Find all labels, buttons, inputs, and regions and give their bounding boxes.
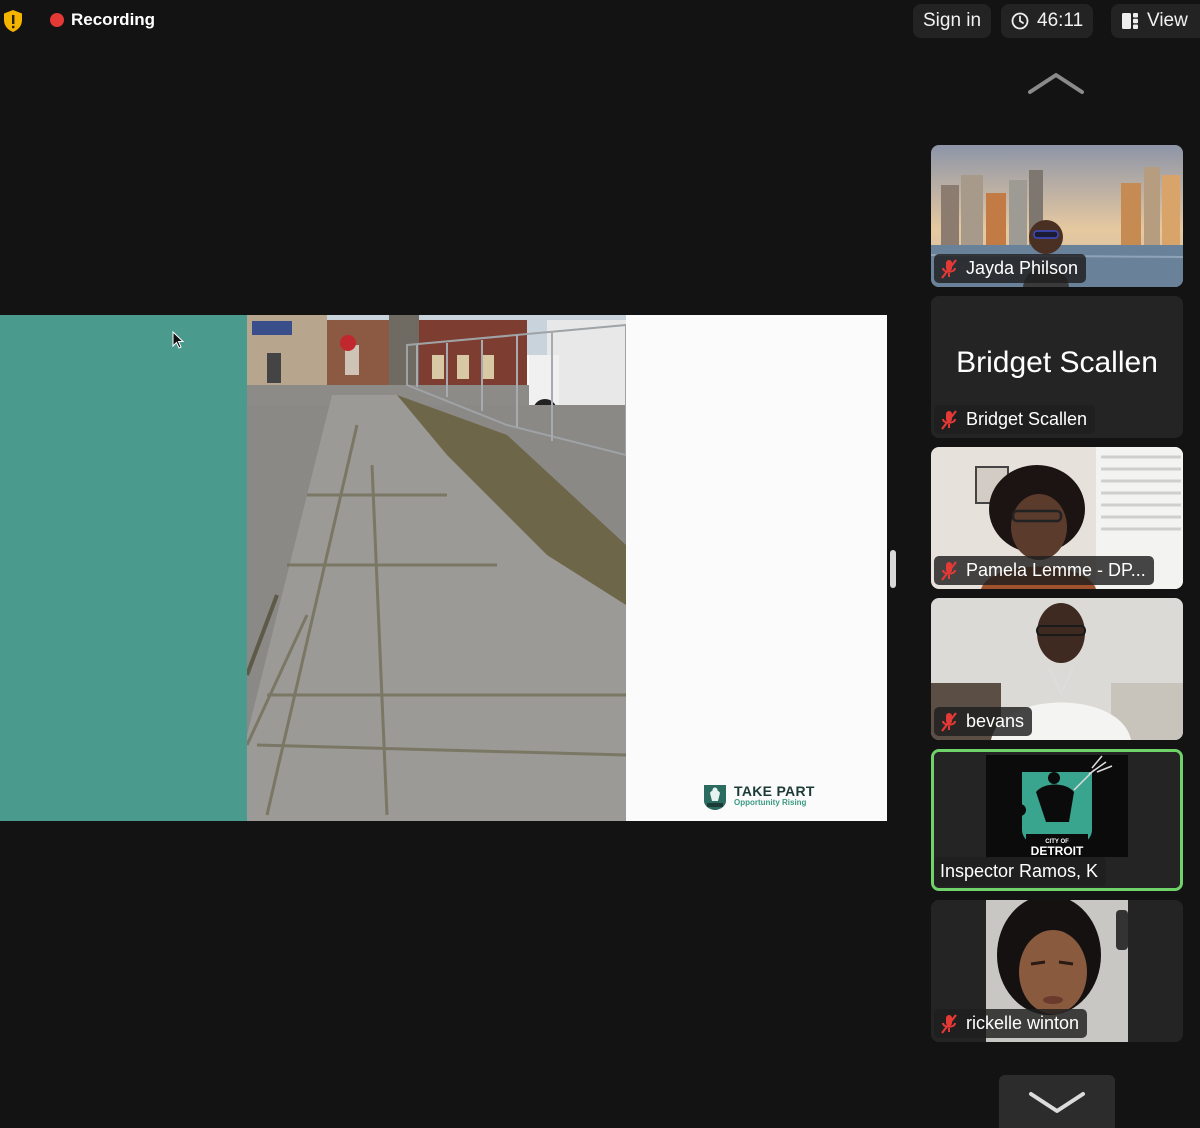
participant-name-tag: bevans (934, 707, 1033, 736)
participant-name-tag: Bridget Scallen (934, 405, 1096, 434)
muted-microphone-icon (941, 711, 957, 732)
slide-teal-panel (0, 315, 247, 821)
participant-name-tag: Jayda Philson (934, 254, 1087, 283)
participant-name: Jayda Philson (966, 258, 1079, 278)
participant-name: Inspector Ramos, K (940, 861, 1099, 881)
participant-tile[interactable]: Bridget Scallen Bridget Scallen (931, 296, 1183, 438)
participant-name-tag: Inspector Ramos, K (934, 857, 1107, 886)
participant-name-tag: Pamela Lemme - DP... (934, 556, 1154, 585)
logo-title: TAKE PART (734, 783, 815, 799)
participant-tile[interactable]: Pamela Lemme - DP... (931, 447, 1183, 589)
timer-value: 46:11 (1037, 10, 1084, 31)
meeting-timer: 46:11 (1001, 4, 1094, 38)
participant-name: bevans (966, 711, 1025, 731)
recording-label: Recording (71, 10, 156, 29)
muted-microphone-icon (941, 1013, 957, 1034)
sign-in-button[interactable]: Sign in (913, 4, 992, 38)
participant-name: rickelle winton (966, 1013, 1080, 1033)
participant-tile[interactable]: bevans (931, 598, 1183, 740)
shield-warning-icon[interactable] (2, 9, 24, 33)
meeting-top-bar: Recording Sign in 46:11 View (0, 0, 1200, 44)
sign-in-label: Sign in (923, 10, 982, 31)
muted-microphone-icon (941, 409, 957, 430)
muted-microphone-icon (941, 560, 957, 581)
sidewalk-photo (247, 315, 626, 821)
view-label: View (1147, 10, 1188, 31)
recording-dot-icon (50, 13, 64, 27)
take-part-logo: TAKE PART Opportunity Rising (702, 781, 815, 811)
logo-subtitle: Opportunity Rising (734, 798, 807, 807)
participant-name: Pamela Lemme - DP... (966, 560, 1146, 580)
scroll-down-chevron-icon (1029, 1091, 1085, 1113)
participant-tile[interactable]: Jayda Philson (931, 145, 1183, 287)
scroll-up-chevron-icon[interactable] (1027, 70, 1085, 96)
mouse-cursor-icon (172, 331, 184, 349)
recording-indicator[interactable]: Recording (50, 10, 155, 30)
scroll-down-button[interactable] (999, 1075, 1115, 1128)
logo-line-detroit: DETROIT (1031, 844, 1084, 858)
participant-tile-active-speaker[interactable]: CITY OF DETROIT Inspector Ramos, K (931, 749, 1183, 891)
participant-name: Bridget Scallen (966, 409, 1088, 429)
participant-display-name: Bridget Scallen (956, 346, 1158, 379)
clock-icon (1011, 12, 1029, 30)
view-layout-icon (1122, 13, 1138, 29)
muted-microphone-icon (941, 258, 957, 279)
participant-name-tag: rickelle winton (934, 1009, 1088, 1038)
detroit-statue-logo-icon (704, 785, 726, 810)
shared-screen-slide: TAKE PART Opportunity Rising (0, 315, 887, 821)
view-button[interactable]: View (1111, 4, 1200, 38)
panel-resize-handle[interactable] (890, 550, 896, 588)
participant-tile[interactable]: rickelle winton (931, 900, 1183, 1042)
